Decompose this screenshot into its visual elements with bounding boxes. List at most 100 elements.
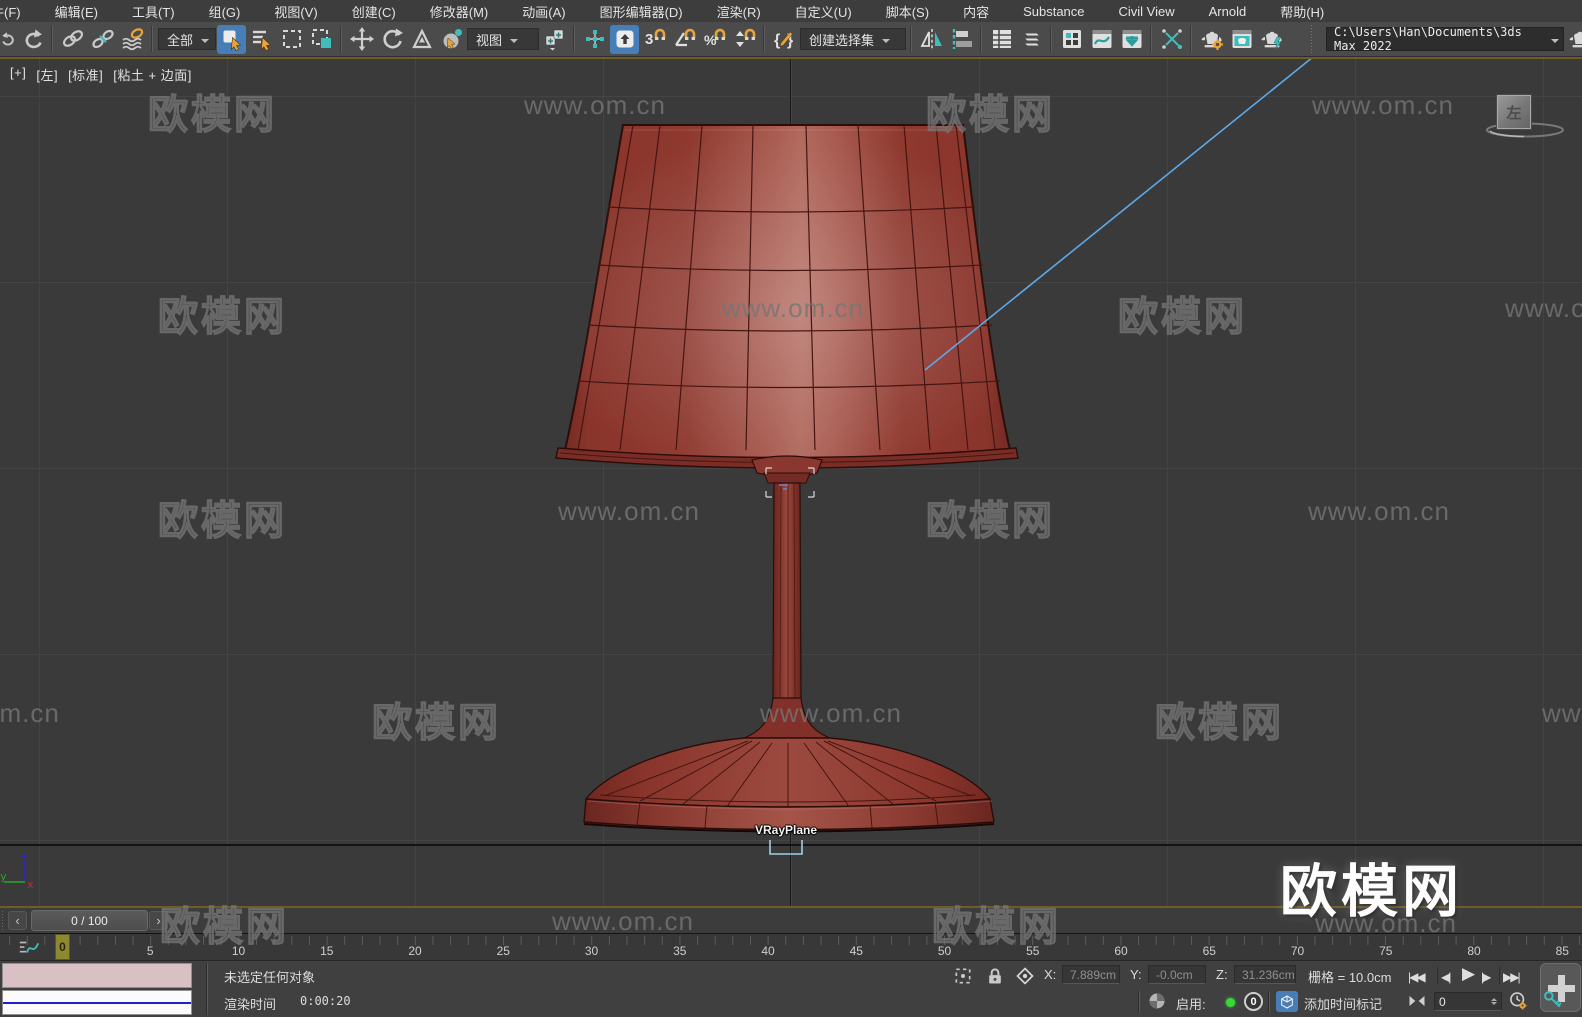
align-button[interactable] [947, 25, 976, 54]
viewport-left[interactable]: [+] [左] [标准] [粘土 + 边面] VRayPlane 左 z y x [0, 57, 1582, 908]
mute-badge[interactable]: 0 [1244, 992, 1263, 1011]
viewport-renderer-label[interactable]: [标准] [68, 65, 103, 84]
frame-back-arrow[interactable]: ‹ [8, 911, 27, 930]
select-and-move-button[interactable] [347, 25, 376, 54]
viewport-view-label[interactable]: [左] [36, 65, 58, 84]
menu-item-3[interactable]: 组(G) [192, 2, 258, 21]
select-and-manipulate-button[interactable] [580, 25, 609, 54]
menu-item-16[interactable]: 帮助(H) [1263, 2, 1341, 21]
undo-icon[interactable] [0, 25, 17, 54]
add-key-button[interactable] [1540, 963, 1581, 1012]
menu-item-10[interactable]: 自定义(U) [778, 2, 869, 21]
toolbar-drag-handle [1309, 25, 1315, 53]
menu-item-15[interactable]: Arnold [1192, 4, 1264, 19]
statusbar-separator [1138, 991, 1140, 1013]
mini-curve-editor-icon[interactable] [18, 937, 40, 959]
spinner-snap-toggle[interactable] [730, 25, 759, 54]
rendered-frame-window-button[interactable] [1227, 25, 1256, 54]
viewcube-face-label[interactable]: 左 [1506, 102, 1521, 123]
select-object-button[interactable] [217, 24, 246, 54]
coord-z-field[interactable]: 31.236cm [1234, 965, 1296, 984]
frame-label-55: 55 [1026, 944, 1040, 958]
bind-to-spacewarp-icon[interactable] [118, 25, 147, 54]
menu-item-5[interactable]: 创建(C) [335, 2, 413, 21]
menu-item-14[interactable]: Civil View [1102, 4, 1192, 19]
key-mode-toggle-icon[interactable] [1406, 990, 1428, 1012]
window-crossing-toggle[interactable] [307, 25, 336, 54]
select-and-rotate-button[interactable] [377, 25, 406, 54]
menu-item-11[interactable]: 脚本(S) [869, 2, 946, 21]
status-bar: 未选定任何对象 渲染时间 0:00:20 X: 7.889cm Y: -0.0c… [0, 960, 1582, 1017]
go-to-end-button[interactable]: ▶▶| [1503, 966, 1521, 986]
select-by-name-button[interactable] [247, 25, 276, 54]
percent-snap-toggle[interactable] [700, 25, 729, 54]
scene-explorer-button[interactable] [987, 25, 1016, 54]
viewport-label[interactable]: [+] [左] [标准] [粘土 + 边面] [10, 65, 192, 84]
material-editor-button[interactable] [1157, 25, 1186, 54]
axis-z-label: z [21, 847, 28, 860]
frame-label-65: 65 [1202, 944, 1216, 958]
viewport-shading-label[interactable]: [粘土 + 边面] [113, 65, 192, 84]
isolate-selection-icon[interactable] [952, 965, 974, 987]
viewcube[interactable]: 左 [1497, 95, 1531, 129]
current-frame-field[interactable]: 0 [1434, 992, 1502, 1011]
snap-toggle-3d-button[interactable] [640, 25, 669, 54]
time-slider-bar: ‹ 0 / 100 › [0, 908, 1582, 933]
select-and-scale-button[interactable] [407, 25, 436, 54]
select-and-place-button[interactable] [437, 25, 466, 54]
angle-snap-toggle[interactable] [670, 25, 699, 54]
menu-item-7[interactable]: 动画(A) [505, 2, 582, 21]
link-icon[interactable] [58, 25, 87, 54]
maxscript-listener-panel[interactable] [2, 990, 192, 1015]
use-pivot-center-button[interactable] [540, 25, 569, 54]
time-slider-grip[interactable] [1, 911, 5, 930]
selection-filter-dropdown[interactable]: 全部 [158, 28, 216, 50]
schematic-view-button[interactable] [1117, 25, 1146, 54]
menu-item-13[interactable]: Substance [1006, 4, 1101, 19]
track-bar[interactable]: 5 10 15 20 25 30 35 40 45 50 55 60 65 70 75 80 85 0 [0, 933, 1582, 960]
coord-x-field[interactable]: 7.889cm [1062, 965, 1120, 984]
menu-item-0[interactable]: 件(F) [0, 2, 38, 21]
rect-selection-region-button[interactable] [277, 25, 306, 54]
absolute-mode-icon[interactable] [1014, 965, 1036, 987]
reference-coordinate-dropdown[interactable]: 视图 [467, 28, 539, 50]
project-folder-dropdown[interactable]: C:\Users\Han\Documents\3ds Max 2022 [1326, 25, 1564, 53]
frame-forward-arrow[interactable]: › [149, 911, 168, 930]
render-setup-button[interactable] [1197, 25, 1226, 54]
time-slider-handle[interactable]: 0 / 100 [31, 910, 148, 931]
coord-z-label: Z: [1216, 967, 1228, 982]
time-configuration-icon[interactable] [1507, 990, 1529, 1012]
viewport-maximize-label[interactable]: [+] [10, 65, 26, 84]
selection-lock-icon[interactable] [984, 965, 1006, 987]
keyboard-override-toggle[interactable] [610, 24, 639, 54]
layer-explorer-button[interactable] [1017, 25, 1046, 54]
menu-item-6[interactable]: 修改器(M) [413, 2, 506, 21]
menu-item-12[interactable]: 内容 [946, 2, 1006, 21]
progress-pie-icon[interactable] [1146, 990, 1168, 1012]
menu-item-9[interactable]: 渲染(R) [700, 2, 778, 21]
next-frame-button[interactable]: |▶ [1481, 966, 1491, 986]
go-to-start-button[interactable]: |◀◀ [1408, 966, 1426, 986]
render-production-button[interactable] [1257, 25, 1286, 54]
named-selection-sets-dropdown[interactable]: 创建选择集 [800, 28, 906, 50]
unlink-icon[interactable] [88, 25, 117, 54]
toolbar-overflow-icon[interactable] [1565, 25, 1582, 54]
curve-editor-button[interactable] [1087, 25, 1116, 54]
menu-item-4[interactable]: 视图(V) [257, 2, 334, 21]
menu-item-2[interactable]: 工具(T) [115, 2, 192, 21]
coord-y-field[interactable]: -0.0cm [1148, 965, 1206, 984]
menu-item-1[interactable]: 编辑(E) [38, 2, 115, 21]
play-button[interactable]: ▶ [1462, 963, 1475, 983]
previous-frame-button[interactable]: ◀| [1441, 966, 1451, 986]
macro-recorder-panel[interactable] [2, 963, 192, 988]
isometric-cube-button[interactable] [1276, 991, 1298, 1012]
redo-icon[interactable] [18, 25, 47, 54]
edit-named-selection-sets-button[interactable] [770, 25, 799, 54]
current-frame-marker[interactable]: 0 [55, 934, 70, 960]
frame-spinner[interactable] [1491, 998, 1497, 1005]
ribbon-toggle-button[interactable] [1057, 25, 1086, 54]
add-time-tag-label[interactable]: 添加时间标记 [1304, 994, 1382, 1013]
frame-field-value: 0 [1439, 994, 1446, 1009]
mirror-button[interactable] [917, 25, 946, 54]
menu-item-8[interactable]: 图形编辑器(D) [583, 2, 700, 21]
